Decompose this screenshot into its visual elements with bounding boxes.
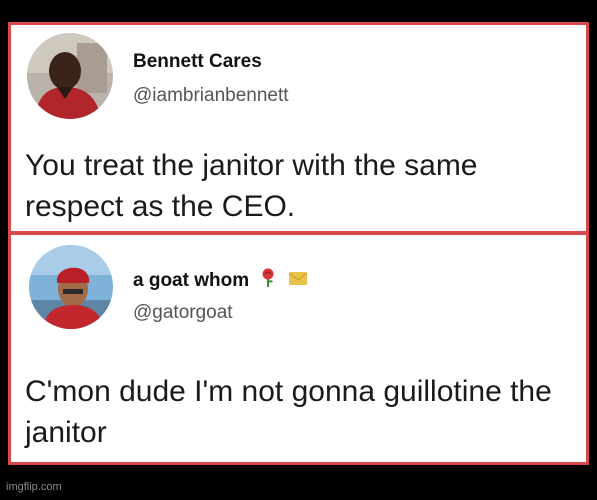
- display-name[interactable]: Bennett Cares: [133, 51, 262, 73]
- screenshot-frame: Bennett Cares @iambrianbennett You treat…: [8, 22, 589, 465]
- avatar-goat-image: [29, 245, 113, 329]
- tweet-1: Bennett Cares @iambrianbennett You treat…: [11, 25, 586, 231]
- handle[interactable]: @iambrianbennett: [133, 85, 289, 107]
- avatar-bennett[interactable]: [27, 33, 113, 119]
- tweet-2: a goat whom @gatorgoat C'mon dude I'm no…: [11, 235, 586, 462]
- display-name[interactable]: a goat whom: [133, 270, 249, 291]
- watermark: imgflip.com: [6, 481, 62, 493]
- avatar-bennett-image: [27, 33, 113, 119]
- rose-icon: [260, 268, 276, 294]
- handle[interactable]: @gatorgoat: [133, 302, 233, 324]
- tweet-text: You treat the janitor with the same resp…: [25, 149, 478, 223]
- avatar-goat[interactable]: [29, 245, 113, 329]
- envelope-icon: [288, 270, 308, 292]
- display-name-row: a goat whom: [133, 268, 308, 294]
- tweet-text: C'mon dude I'm not gonna guillotine the …: [25, 375, 552, 449]
